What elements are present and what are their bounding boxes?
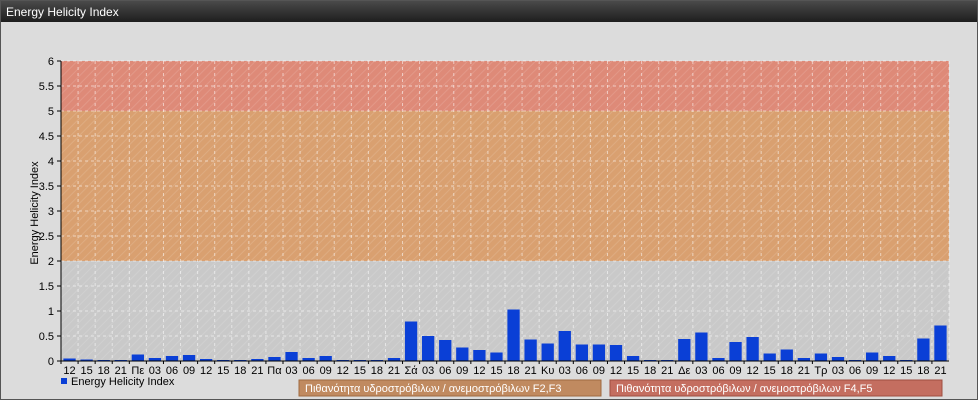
x-tick-label: 18 (234, 365, 246, 377)
bar (814, 353, 828, 361)
y-tick-label: 0 (48, 356, 54, 368)
x-tick-label: 12 (746, 365, 758, 377)
y-tick-label: 4.5 (39, 131, 54, 143)
x-tick-label: 18 (507, 365, 519, 377)
bar (746, 337, 759, 361)
bar (575, 344, 588, 361)
bar (439, 340, 452, 361)
bar (131, 354, 144, 361)
bar (285, 352, 298, 361)
x-tick-label: 21 (661, 365, 673, 377)
x-tick-label: 03 (695, 365, 707, 377)
bar (780, 349, 793, 361)
x-tick-label: Πα (267, 365, 282, 377)
x-tick-label: 18 (371, 365, 383, 377)
x-tick-label: 12 (883, 365, 895, 377)
x-tick-label: Δε (678, 365, 690, 377)
bar (763, 353, 776, 361)
bar (609, 345, 623, 361)
x-tick-label: 09 (320, 365, 332, 377)
y-tick-label: 2 (48, 256, 54, 268)
x-tick-label: 18 (781, 365, 793, 377)
y-tick-label: 0.5 (39, 331, 54, 343)
bar (883, 356, 896, 361)
legend-zone1-label: Πιθανότητα υδροστρόβιλων / ανεμοστρόβιλω… (305, 383, 562, 395)
legend-series-swatch (61, 378, 67, 384)
bar (934, 325, 947, 361)
x-tick-label: 09 (183, 365, 195, 377)
bar (404, 321, 418, 361)
x-tick-label: 03 (559, 365, 571, 377)
x-tick-label: 12 (473, 365, 485, 377)
y-tick-label: 5 (48, 106, 54, 118)
bar (626, 356, 640, 361)
y-tick-label: 4 (48, 156, 54, 168)
bar (917, 338, 930, 361)
legend-zone2-label: Πιθανότητα υδροστρόβιλων / ανεμοστρόβιλω… (616, 383, 873, 395)
x-tick-label: 18 (644, 365, 656, 377)
x-tick-label: 15 (764, 365, 776, 377)
bar (422, 336, 435, 361)
x-tick-label: 15 (627, 365, 639, 377)
x-tick-label: 15 (354, 365, 366, 377)
x-tick-label: 09 (456, 365, 468, 377)
x-tick-label: 12 (610, 365, 622, 377)
x-tick-label: Σά (404, 365, 418, 377)
x-tick-label: 21 (798, 365, 810, 377)
y-tick-label: 3 (48, 206, 54, 218)
bar (678, 339, 691, 361)
legend: Energy Helicity Index Πιθανότητα υδροστρ… (61, 376, 943, 397)
x-tick-label: 21 (934, 365, 946, 377)
bar (165, 356, 179, 361)
bar (729, 342, 742, 361)
bar (507, 309, 520, 361)
bar (695, 332, 708, 361)
x-tick-label: 09 (729, 365, 741, 377)
x-tick-label: 03 (832, 365, 844, 377)
bar (319, 356, 332, 361)
x-tick-label: 21 (524, 365, 536, 377)
x-tick-label: 03 (285, 365, 297, 377)
x-tick-label: 18 (917, 365, 929, 377)
chart-window: Energy Helicity Index 0 0.5 1 1.5 2 2.5 3 3.5 4 4… (0, 0, 978, 400)
bar (456, 347, 469, 361)
bar (558, 331, 571, 361)
y-tick-label: 1 (48, 306, 54, 318)
bar (490, 352, 503, 361)
y-axis-label: Energy Helicity Index (29, 161, 41, 265)
x-tick-label: 15 (900, 365, 912, 377)
bar (473, 350, 486, 361)
x-tick-label: 21 (388, 365, 400, 377)
x-tick-label: Τρ (814, 365, 827, 377)
x-tick-label: 03 (422, 365, 434, 377)
legend-series-label: Energy Helicity Index (71, 376, 175, 388)
x-tick-label: 15 (217, 365, 229, 377)
x-tick-label: Κυ (541, 365, 554, 377)
bar (592, 344, 606, 361)
bar (831, 357, 845, 361)
bar (268, 357, 281, 361)
x-tick-label: 09 (593, 365, 605, 377)
x-tick-label: 21 (251, 365, 263, 377)
x-tick-label: 06 (439, 365, 451, 377)
y-tick-label: 5.5 (39, 81, 54, 93)
y-tick-label: 1.5 (39, 281, 54, 293)
x-tick-label: 06 (302, 365, 314, 377)
x-tick-label: 12 (337, 365, 349, 377)
bar (866, 352, 879, 361)
x-tick-label: 06 (849, 365, 861, 377)
x-tick-label: 06 (576, 365, 588, 377)
x-tick-label: 06 (712, 365, 724, 377)
bar (541, 343, 554, 361)
y-tick-label: 6 (48, 56, 54, 68)
chart-area: 00.511.522.533.544.555.56 12 15 18 21 Πε 03 06… (29, 56, 950, 397)
x-tick-label: 15 (490, 365, 502, 377)
bar (524, 339, 537, 361)
bar (182, 355, 196, 361)
x-tick-label: 12 (200, 365, 212, 377)
x-tick-label: 09 (866, 365, 878, 377)
